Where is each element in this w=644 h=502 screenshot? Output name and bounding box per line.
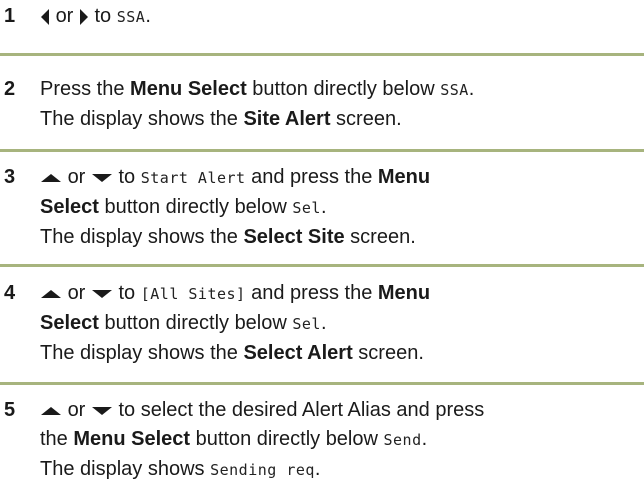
text: Press the [40,78,131,100]
menu-label: Menu [377,282,431,304]
step-number: 5 [4,399,16,421]
period: . [145,5,151,27]
text: the [40,428,74,450]
select-label: Select [40,312,99,334]
step-4: 4 or to [All Sites] and press the Menu S… [0,279,644,368]
lcd-ssa: SSA [440,81,469,99]
select-label: Select [40,196,99,218]
menu-select-label: Menu Select [130,78,247,100]
text: button directly below [190,428,384,450]
step-3-line-1: or to Start Alert and press the Menu [40,163,644,193]
text: The display shows the [40,108,244,130]
text: button directly below [246,78,441,100]
step-3-line-2: Select button directly below Sel. [40,193,644,223]
lcd-all-sites: [All Sites] [140,285,246,303]
step-5-line-3: The display shows Sending req. [40,455,644,485]
step-4-line-3: The display shows the Select Alert scree… [40,339,644,368]
lcd-start-alert: Start Alert [140,169,246,187]
left-arrow-icon [40,8,50,26]
step-3-line-3: The display shows the Select Site screen… [40,223,644,252]
lcd-sel: Sel [292,315,321,333]
lcd-sel: Sel [292,199,321,217]
text: and press the [245,282,378,304]
select-alert-label: Select Alert [243,342,353,364]
to-text: to [118,282,136,304]
lcd-send: Send [383,431,422,449]
to-text: to [94,5,112,27]
text: to select the desired Alert Alias and pr… [118,399,485,421]
step-number: 2 [4,78,16,100]
right-arrow-icon [79,8,89,26]
step-1-line-1: or to SSA. [40,2,644,32]
or-text: or [55,5,74,27]
up-arrow-icon [40,173,62,183]
step-number: 1 [4,5,16,27]
select-site-label: Select Site [243,226,345,248]
step-number: 4 [4,282,16,304]
text: . [421,428,428,450]
menu-select-label: Menu Select [73,428,191,450]
menu-label: Menu [377,166,431,188]
lcd-ssa: SSA [116,8,146,26]
to-text: to [118,166,136,188]
text: button directly below [98,196,293,218]
up-arrow-icon [40,406,62,416]
down-arrow-icon [91,289,113,299]
down-arrow-icon [91,406,113,416]
step-1: 1 or to SSA. [0,2,644,32]
step-2: 2 Press the Menu Select button directly … [0,75,644,134]
step-2-line-1: Press the Menu Select button directly be… [40,75,644,105]
text: The display shows the [40,226,244,248]
text: The display shows the [40,342,244,364]
text: . [468,78,475,100]
step-5: 5 or to select the desired Alert Alias a… [0,396,644,485]
step-5-line-2: the Menu Select button directly below Se… [40,425,644,455]
text: screen. [330,108,402,130]
divider [0,382,644,385]
divider [0,149,644,152]
step-4-line-1: or to [All Sites] and press the Menu [40,279,644,309]
down-arrow-icon [91,173,113,183]
text: button directly below [98,312,293,334]
step-3: 3 or to Start Alert and press the Menu S… [0,163,644,252]
step-2-line-2: The display shows the Site Alert screen. [40,105,644,134]
text: screen. [344,226,416,248]
lcd-sending-req: Sending req [210,461,315,479]
text: and press the [245,166,378,188]
or-text: or [67,166,86,188]
up-arrow-icon [40,289,62,299]
divider [0,53,644,56]
step-4-line-2: Select button directly below Sel. [40,309,644,339]
text: . [320,312,327,334]
text: The display shows [40,458,211,480]
text: . [314,458,321,480]
divider [0,264,644,267]
or-text: or [67,399,86,421]
text: screen. [352,342,424,364]
step-5-line-1: or to select the desired Alert Alias and… [40,396,644,425]
or-text: or [67,282,86,304]
site-alert-label: Site Alert [243,108,331,130]
text: . [320,196,327,218]
step-number: 3 [4,166,16,188]
